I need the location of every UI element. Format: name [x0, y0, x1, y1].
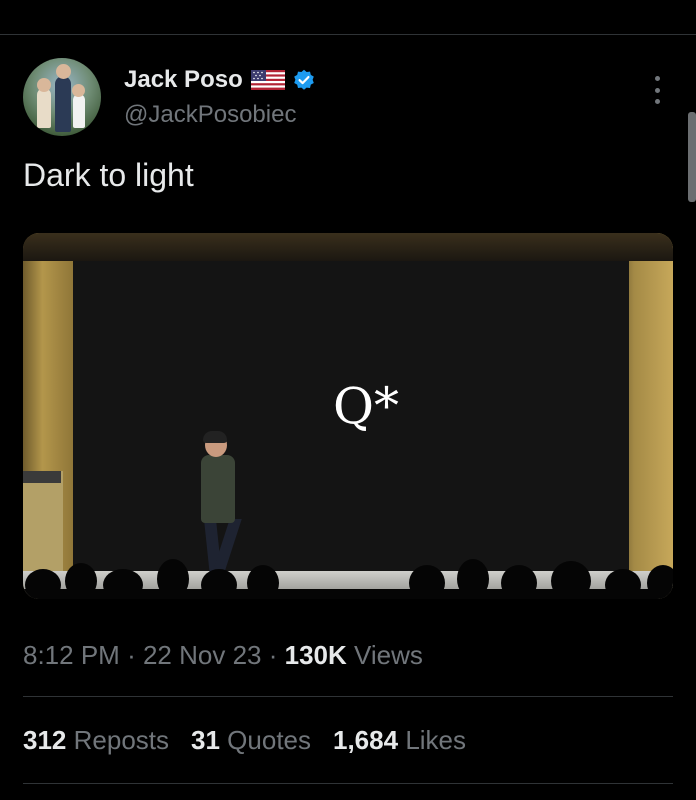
views-count: 130K: [284, 640, 347, 670]
meta-separator: ·: [268, 640, 278, 670]
quotes-stat[interactable]: 31 Quotes: [191, 725, 311, 756]
avatar-figure: [55, 76, 71, 132]
reposts-count: 312: [23, 725, 67, 755]
avatar-figure: [73, 94, 85, 128]
top-divider: [0, 34, 696, 35]
likes-label: Likes: [405, 725, 467, 755]
more-dot: [654, 76, 660, 81]
reposts-stat[interactable]: 312 Reposts: [23, 725, 169, 756]
meta-separator: ·: [127, 640, 136, 670]
audience-silhouettes: [23, 559, 673, 599]
tweet-text: Dark to light: [23, 157, 194, 193]
likes-count: 1,684: [333, 725, 399, 755]
speaker-hair: [203, 431, 227, 443]
author-display-name[interactable]: Jack Poso: [124, 66, 243, 94]
speaker-body: [201, 455, 235, 523]
avatar-face: [56, 64, 71, 79]
reposts-label: Reposts: [73, 725, 170, 755]
quotes-count: 31: [191, 725, 220, 755]
us-flag-icon: [250, 70, 285, 90]
author-handle[interactable]: @JackPosobiec: [124, 101, 296, 129]
divider: [23, 783, 673, 784]
tweet-time[interactable]: 8:12 PM: [23, 640, 120, 670]
divider: [23, 696, 673, 697]
avatar-face: [72, 84, 85, 97]
more-options-icon[interactable]: [646, 76, 668, 104]
tweet-stats: 312 Reposts 31 Quotes 1,684 Likes: [23, 725, 466, 756]
likes-stat[interactable]: 1,684 Likes: [333, 725, 466, 756]
podium-top: [23, 471, 61, 483]
views-label: Views: [354, 640, 423, 670]
more-dot: [654, 99, 660, 104]
verified-badge-icon[interactable]: [293, 69, 315, 91]
more-dot: [654, 87, 660, 93]
stage-ceiling: [23, 233, 673, 261]
tweet-media-image[interactable]: Q*: [23, 233, 673, 599]
avatar[interactable]: [23, 58, 101, 136]
tweet-meta: 8:12 PM · 22 Nov 23 · 130K Views: [23, 640, 423, 671]
author-name-row: Jack Poso: [124, 66, 315, 94]
avatar-figure: [37, 88, 51, 128]
scrollbar-thumb[interactable]: [688, 112, 696, 202]
avatar-face: [37, 78, 51, 92]
quotes-label: Quotes: [227, 725, 311, 755]
screen-text: Q*: [333, 377, 399, 435]
tweet-date[interactable]: 22 Nov 23: [143, 640, 262, 670]
